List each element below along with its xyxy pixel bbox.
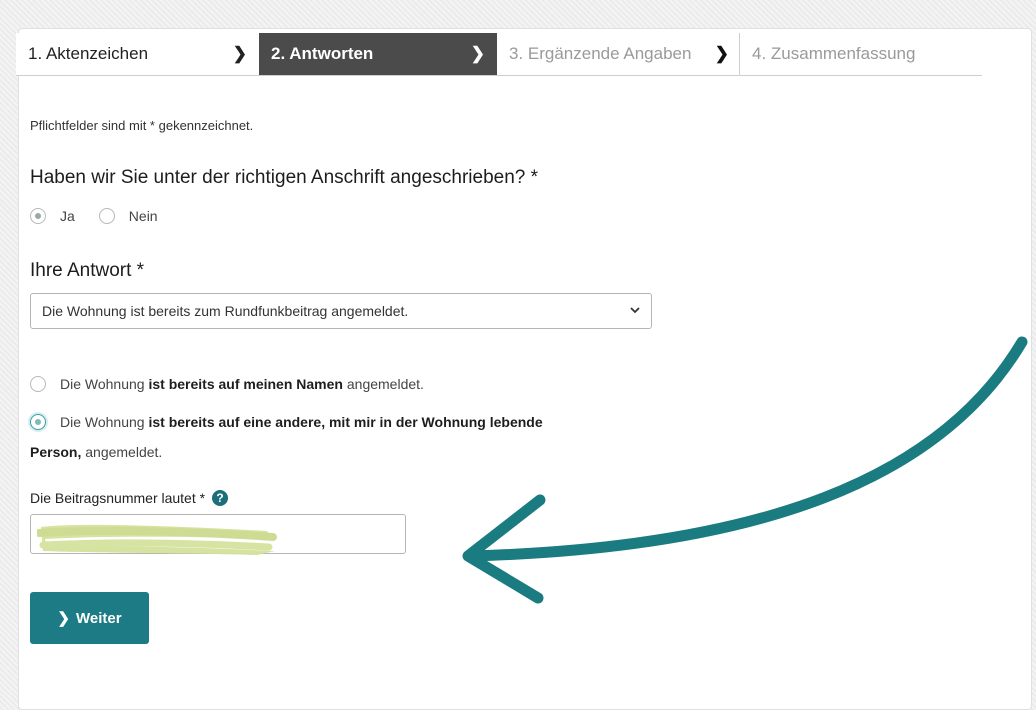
option-text-pre: Die Wohnung — [60, 376, 149, 392]
option-text-pre: Die Wohnung — [60, 414, 149, 430]
chevron-down-icon — [630, 307, 640, 314]
radio-ja-label[interactable]: Ja — [60, 208, 75, 224]
option-text-bold: ist bereits auf meinen Namen — [148, 376, 343, 392]
option-text-post-cont: angemeldet. — [81, 444, 163, 460]
step-ergaenzende-angaben[interactable]: 3. Ergänzende Angaben ❯ — [497, 33, 740, 75]
registration-option-other-person-continuation: Person, angemeldet. — [30, 444, 162, 460]
redaction-scribble — [37, 524, 277, 555]
registration-option-own-name[interactable]: Die Wohnung ist bereits auf meinen Namen… — [30, 376, 424, 392]
weiter-button-label: Weiter — [76, 609, 122, 627]
option-text-bold-cont: Person, — [30, 444, 82, 460]
step-aktenzeichen[interactable]: 1. Aktenzeichen ❯ — [16, 33, 259, 75]
beitragsnummer-label: Die Beitragsnummer lautet * ? — [30, 490, 229, 506]
radio-own-name[interactable] — [30, 376, 46, 392]
step-label: 1. Aktenzeichen — [28, 44, 149, 63]
chevron-right-icon: ❯ — [470, 44, 485, 63]
beitragsnummer-label-text: Die Beitragsnummer lautet * — [30, 490, 206, 506]
beitragsnummer-input[interactable] — [30, 514, 406, 555]
answer-select-value: Die Wohnung ist bereits zum Rundfunkbeit… — [42, 303, 409, 319]
chevron-right-icon: ❯ — [714, 44, 729, 63]
answer-heading: Ihre Antwort * — [30, 260, 145, 281]
radio-nein[interactable] — [98, 208, 115, 224]
weiter-button[interactable]: ❯ Weiter — [30, 592, 149, 644]
registration-option-other-person[interactable]: Die Wohnung ist bereits auf eine andere,… — [30, 414, 543, 430]
address-radio-group: Ja Nein — [30, 208, 158, 224]
step-label: 2. Antworten — [271, 44, 374, 63]
step-label: 4. Zusammenfassung — [752, 44, 916, 63]
address-question: Haben wir Sie unter der richtigen Anschr… — [30, 167, 539, 188]
chevron-right-icon: ❯ — [232, 44, 247, 63]
step-zusammenfassung[interactable]: 4. Zusammenfassung — [740, 33, 982, 75]
answer-select[interactable]: Die Wohnung ist bereits zum Rundfunkbeit… — [30, 293, 652, 329]
step-antworten[interactable]: 2. Antworten ❯ — [259, 33, 497, 75]
chevron-right-icon: ❯ — [57, 610, 70, 627]
required-fields-note: Pflichtfelder sind mit * gekennzeichnet. — [30, 118, 254, 133]
radio-ja[interactable] — [30, 208, 46, 224]
option-text-post: angemeldet. — [342, 376, 424, 392]
step-label: 3. Ergänzende Angaben — [509, 44, 692, 63]
radio-nein-label[interactable]: Nein — [129, 208, 158, 224]
help-circle-icon[interactable]: ? — [212, 490, 229, 506]
radio-other-person[interactable] — [30, 414, 46, 430]
option-text-bold: ist bereits auf eine andere, mit mir in … — [148, 414, 543, 430]
progress-stepper: 1. Aktenzeichen ❯ 2. Antworten ❯ 3. Ergä… — [16, 33, 982, 76]
